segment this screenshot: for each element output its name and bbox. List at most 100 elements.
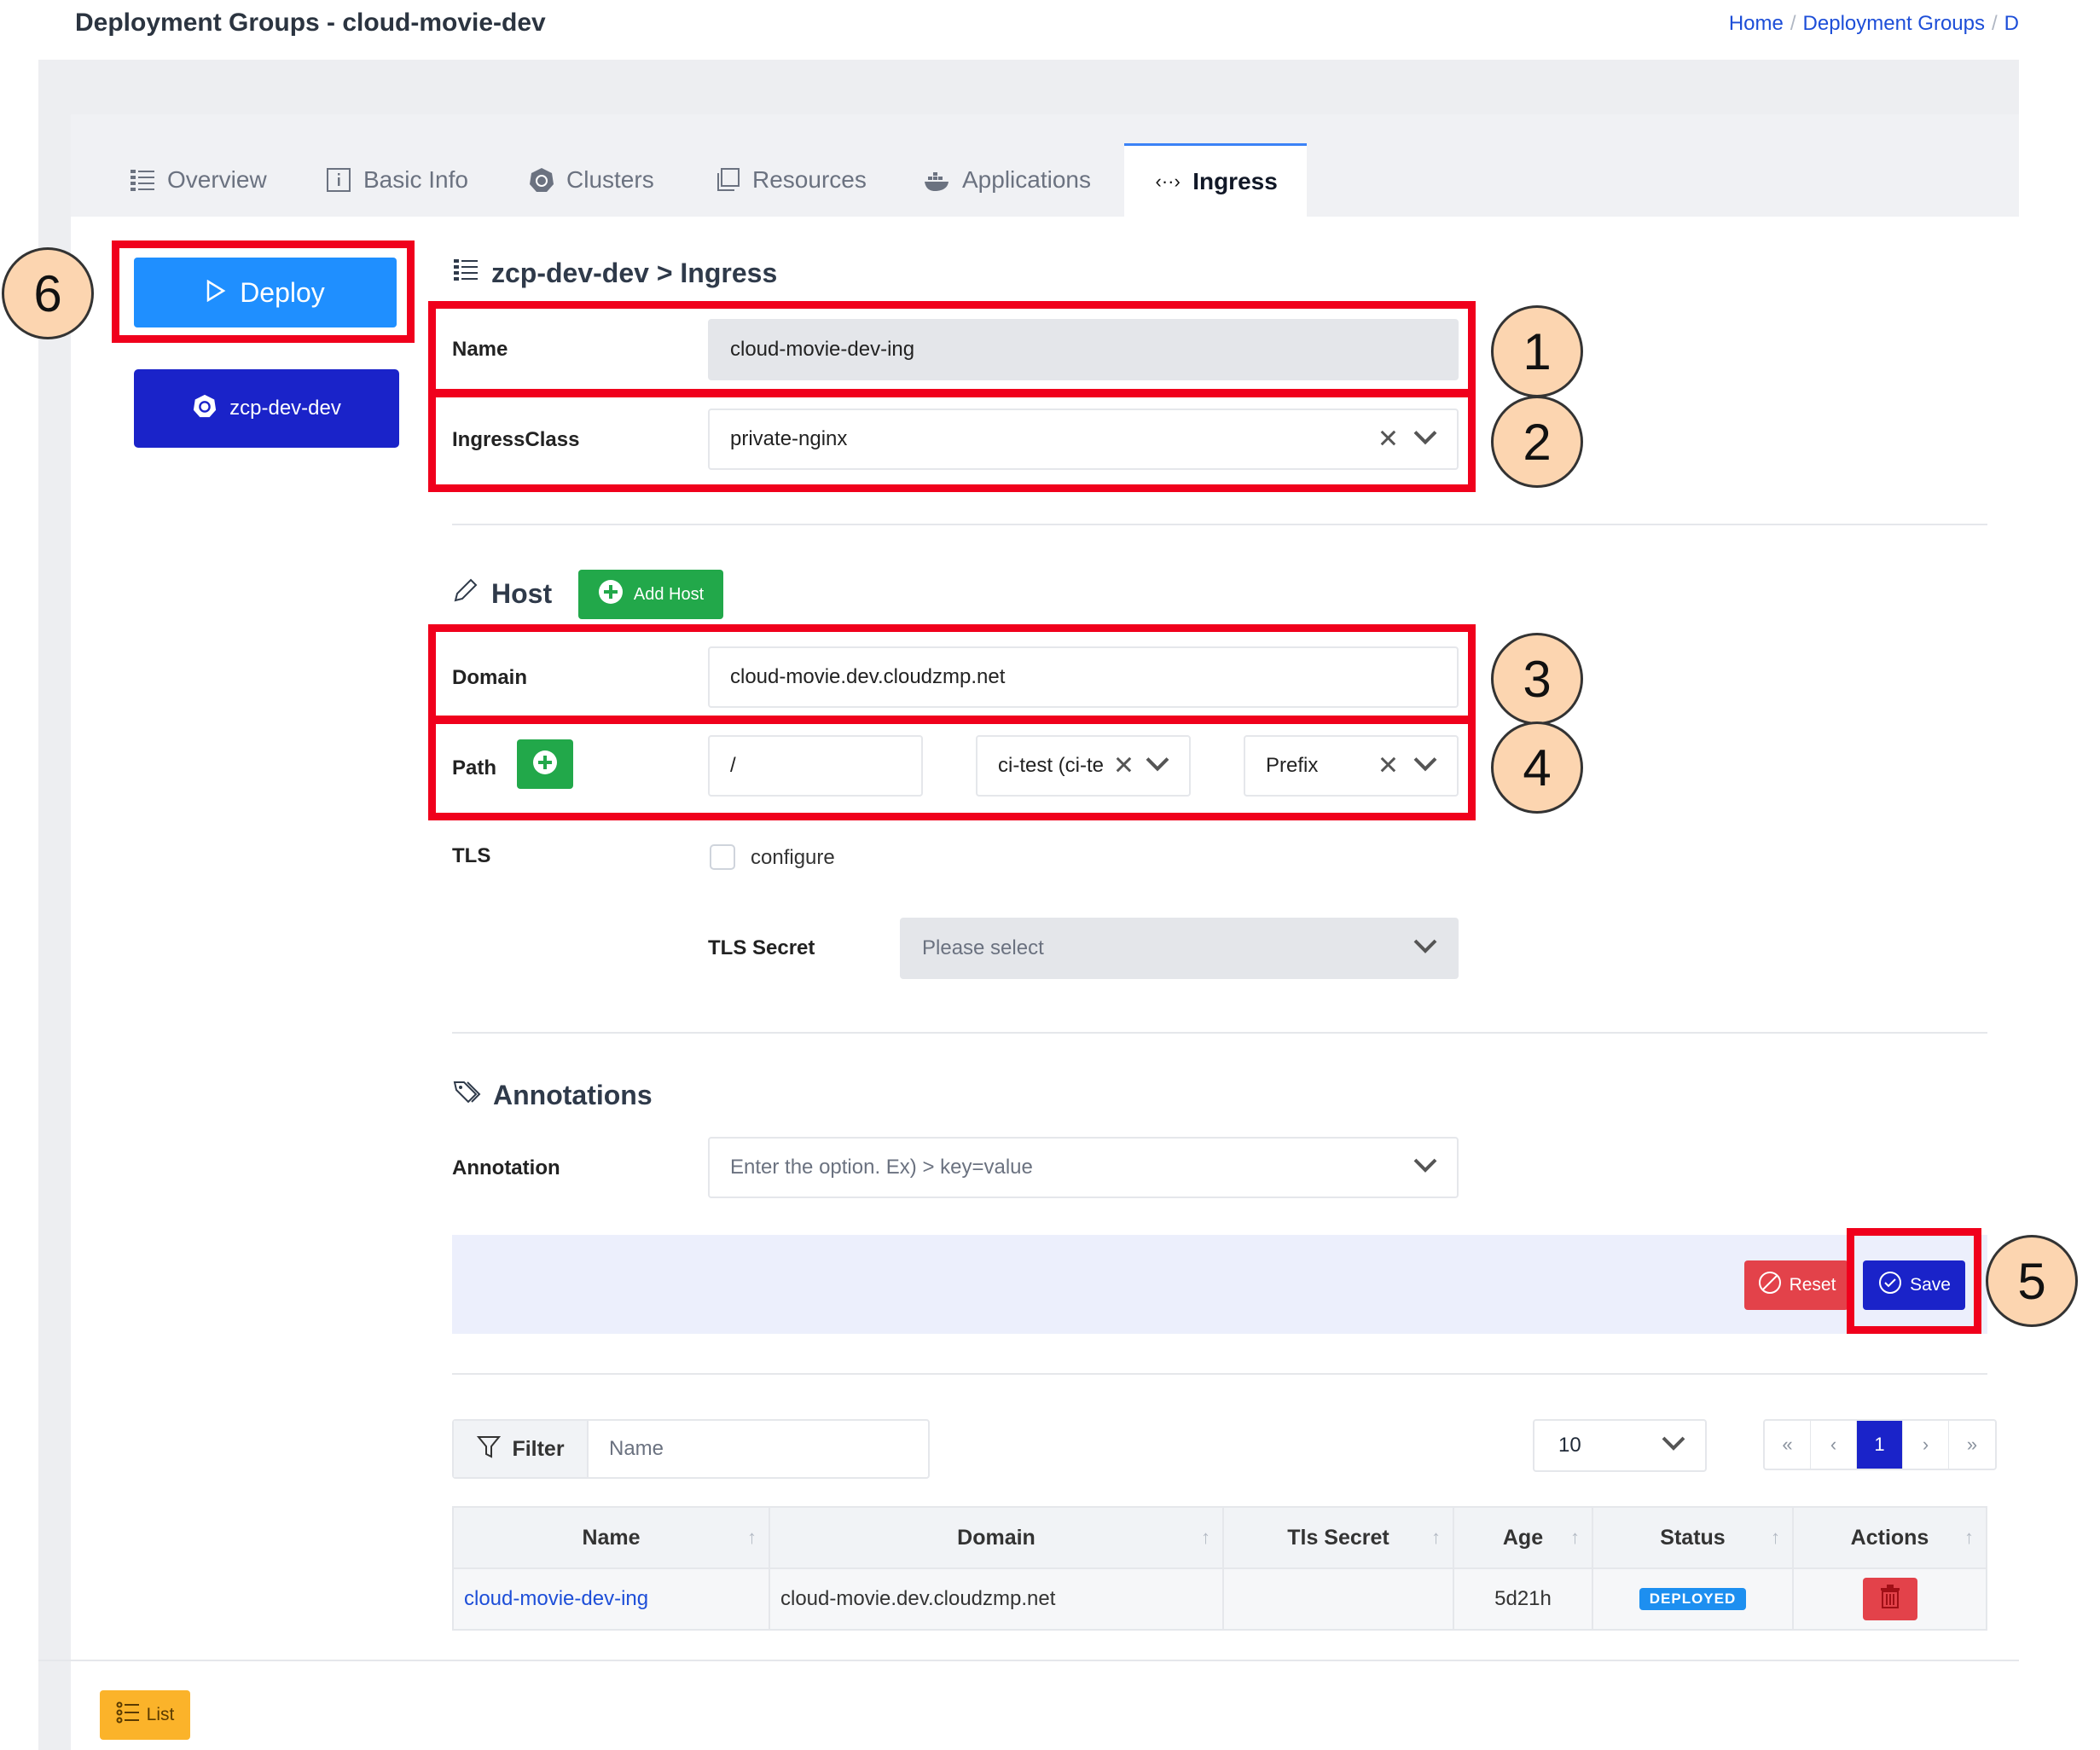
column-title: Name [582, 1525, 641, 1550]
delete-button[interactable] [1862, 1578, 1917, 1620]
tab-label: Applications [962, 166, 1091, 193]
chevron-down-icon[interactable] [1661, 1434, 1686, 1457]
callout-3: 3 [1491, 633, 1583, 725]
sort-icon: ↑ [747, 1527, 757, 1548]
column-header-domain[interactable]: Domain ↑ [770, 1508, 1224, 1567]
column-title: Tls Secret [1287, 1525, 1389, 1550]
host-heading: Host [452, 577, 552, 611]
kubernetes-icon [192, 393, 218, 425]
kubernetes-icon [527, 165, 556, 194]
sort-icon: ↑ [1570, 1527, 1580, 1548]
table-header: Name ↑ Domain ↑ Tls Secret ↑ Age ↑ Status ↑ A… [454, 1508, 1986, 1569]
column-header-actions[interactable]: Actions ↑ [1794, 1508, 1986, 1567]
pencil-icon [452, 577, 479, 611]
tag-icon [452, 1078, 481, 1112]
callout-5: 5 [1986, 1235, 2078, 1327]
reset-button[interactable]: Reset [1744, 1260, 1848, 1310]
page-title: Deployment Groups - cloud-movie-dev [75, 9, 546, 37]
sort-icon: ↑ [1201, 1527, 1210, 1548]
tab-ingress[interactable]: ‹··› Ingress [1124, 143, 1307, 217]
divider [452, 524, 1987, 525]
tls-label: TLS [452, 844, 491, 867]
tls-configure-label[interactable]: configure [751, 846, 835, 870]
tab-resources[interactable]: Resources [713, 143, 867, 217]
annotations-heading-text: Annotations [493, 1079, 653, 1110]
list-button[interactable]: List [100, 1690, 190, 1740]
add-host-button[interactable]: Add Host [578, 570, 723, 619]
list-icon [452, 256, 479, 290]
cluster-button[interactable]: zcp-dev-dev [134, 369, 399, 448]
cluster-label: zcp-dev-dev [229, 397, 341, 420]
plus-circle-icon [598, 579, 624, 610]
tab-label: Overview [167, 166, 267, 193]
ingress-heading-text: zcp-dev-dev > Ingress [491, 257, 778, 288]
pager-page-1[interactable]: 1 [1857, 1421, 1903, 1469]
column-header-tls-secret[interactable]: Tls Secret ↑ [1224, 1508, 1454, 1567]
tab-label: Resources [752, 166, 867, 193]
filter-box: Filter Name [452, 1419, 930, 1479]
sort-icon: ↑ [1431, 1527, 1441, 1548]
column-title: Status [1660, 1525, 1726, 1550]
ban-icon [1757, 1270, 1783, 1301]
copy-icon [713, 165, 742, 194]
sort-icon: ↑ [1771, 1527, 1780, 1548]
trash-icon [1879, 1584, 1901, 1615]
highlight-box-deploy [112, 240, 415, 343]
callout-2: 2 [1491, 396, 1583, 488]
tab-overview[interactable]: Overview [128, 143, 267, 217]
chevron-down-icon[interactable] [1413, 936, 1438, 960]
ingress-name-link[interactable]: cloud-movie-dev-ing [464, 1587, 648, 1611]
table-row: cloud-movie-dev-ing cloud-movie.dev.clou… [454, 1569, 1986, 1629]
highlight-box-name [428, 301, 1476, 397]
list-label: List [146, 1705, 175, 1724]
breadcrumb-home[interactable]: Home [1729, 12, 1784, 35]
pager-last[interactable]: » [1949, 1421, 1995, 1469]
breadcrumb-deployment-groups[interactable]: Deployment Groups [1803, 12, 1985, 35]
filter-label-box: Filter [454, 1421, 589, 1477]
host-heading-text: Host [491, 577, 553, 609]
column-header-name[interactable]: Name ↑ [454, 1508, 770, 1567]
cell-status: DEPLOYED [1593, 1569, 1794, 1629]
breadcrumb: Home / Deployment Groups / D [1729, 12, 2019, 36]
tab-applications[interactable]: Applications [923, 143, 1091, 217]
tls-configure-checkbox[interactable] [710, 844, 735, 870]
tab-label: Ingress [1192, 167, 1278, 194]
sort-icon: ↑ [1964, 1527, 1974, 1548]
add-host-label: Add Host [633, 584, 705, 604]
cell-name: cloud-movie-dev-ing [454, 1569, 770, 1629]
page-size-select[interactable]: 10 [1533, 1419, 1707, 1472]
pager-prev[interactable]: ‹ [1811, 1421, 1857, 1469]
tab-label: Basic Info [363, 166, 468, 193]
callout-4: 4 [1491, 721, 1583, 814]
divider [452, 1373, 1987, 1375]
chevron-down-icon[interactable] [1413, 1156, 1438, 1179]
tab-basic-info[interactable]: Basic Info [324, 143, 468, 217]
filter-icon [476, 1434, 502, 1465]
code-icon: ‹··› [1155, 170, 1181, 192]
column-title: Age [1502, 1525, 1544, 1550]
pager-next[interactable]: › [1903, 1421, 1949, 1469]
info-icon [324, 165, 353, 194]
column-title: Domain [957, 1525, 1035, 1550]
tab-label: Clusters [566, 166, 654, 193]
tls-secret-label: TLS Secret [708, 936, 815, 959]
list-icon [116, 1701, 140, 1729]
tls-secret-select[interactable]: Please select [900, 918, 1459, 979]
breadcrumb-separator: / [1790, 12, 1796, 35]
cell-age: 5d21h [1454, 1569, 1593, 1629]
highlight-box-domain [428, 624, 1476, 723]
column-title: Actions [1850, 1525, 1929, 1550]
filter-input[interactable]: Name [589, 1421, 928, 1477]
pager-first[interactable]: « [1765, 1421, 1811, 1469]
annotation-select[interactable]: Enter the option. Ex) > key=value [708, 1137, 1459, 1198]
column-header-status[interactable]: Status ↑ [1593, 1508, 1794, 1567]
ingress-table: Name ↑ Domain ↑ Tls Secret ↑ Age ↑ Status ↑ A… [452, 1506, 1987, 1631]
highlight-box-save [1847, 1228, 1981, 1334]
cell-domain: cloud-movie.dev.cloudzmp.net [770, 1569, 1224, 1629]
filter-placeholder: Name [609, 1437, 664, 1460]
ingress-heading: zcp-dev-dev > Ingress [452, 256, 777, 290]
breadcrumb-current[interactable]: D [2004, 12, 2019, 35]
tls-secret-placeholder: Please select [922, 936, 1044, 959]
tab-clusters[interactable]: Clusters [527, 143, 654, 217]
column-header-age[interactable]: Age ↑ [1454, 1508, 1593, 1567]
